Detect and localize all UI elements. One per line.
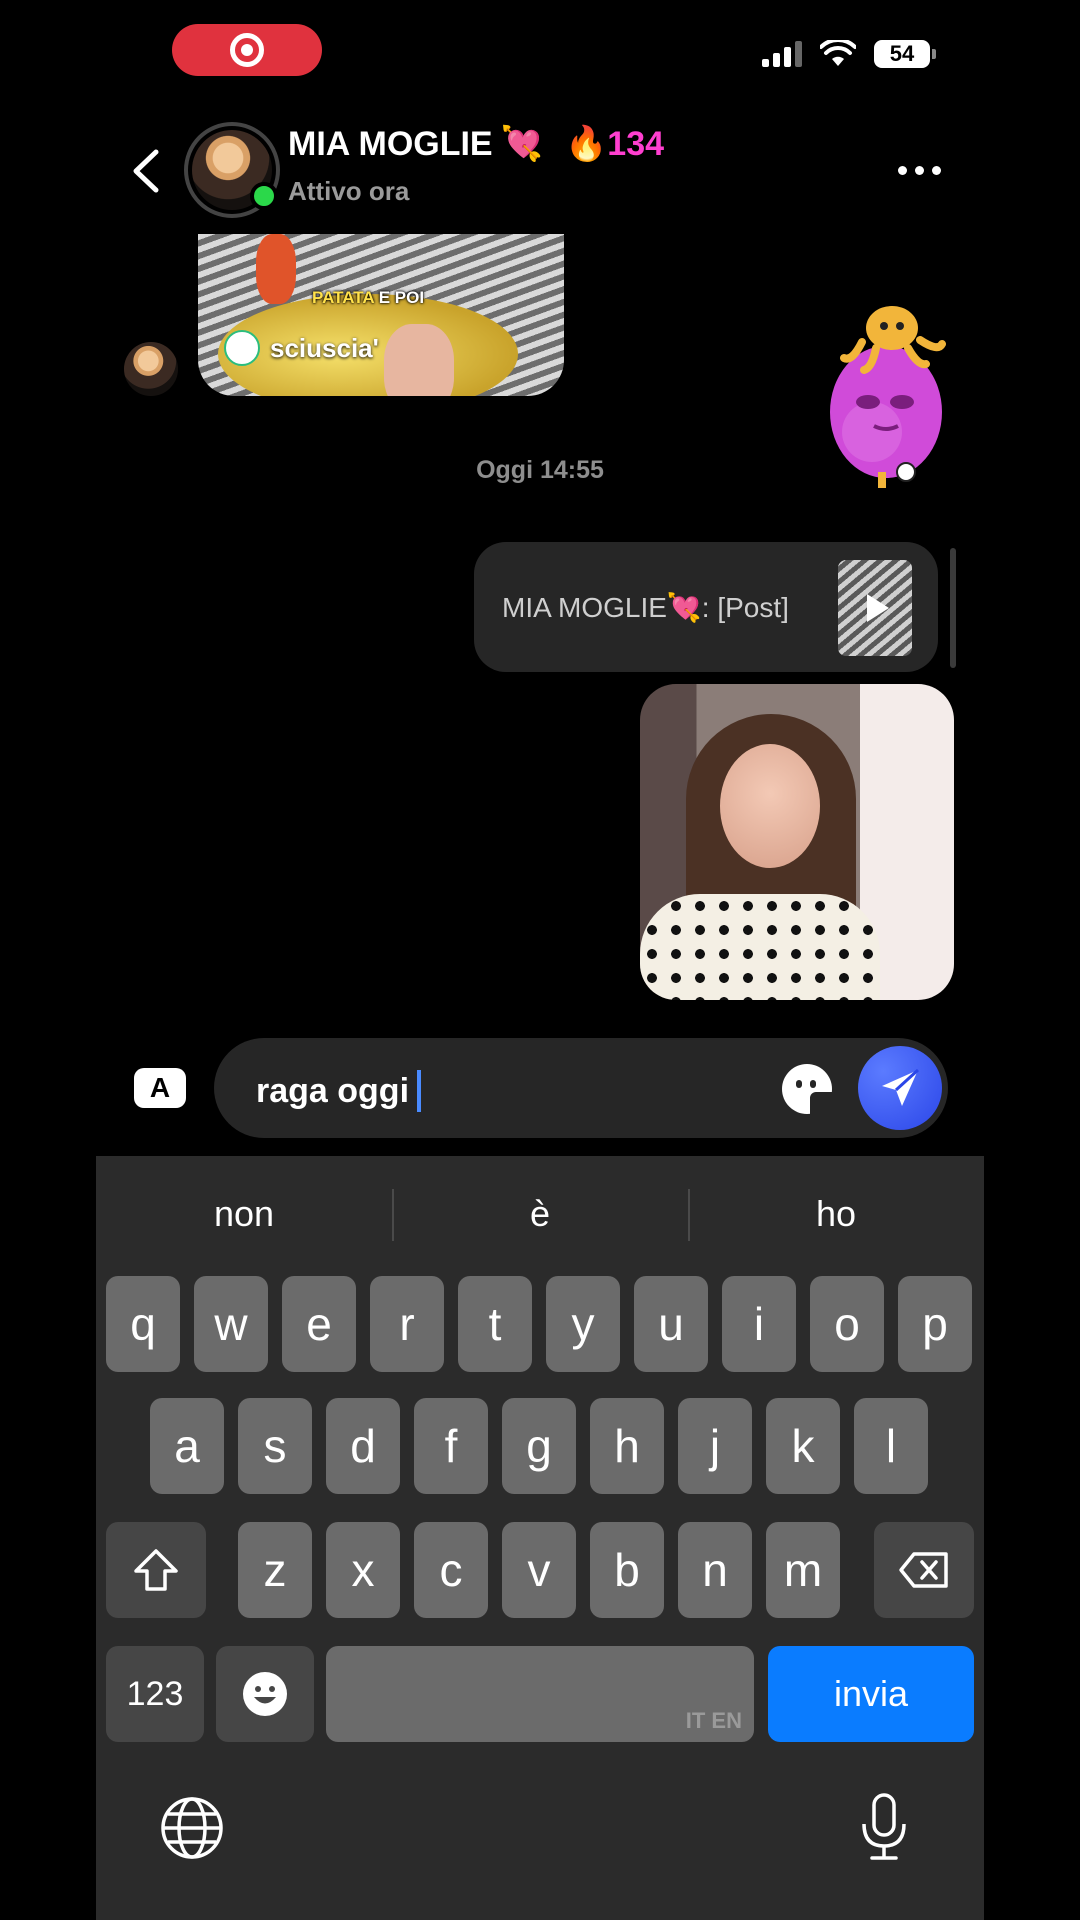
send-key[interactable]: invia bbox=[768, 1646, 974, 1742]
key-x[interactable]: x bbox=[326, 1522, 400, 1618]
message-timestamp: Oggi 14:55 bbox=[476, 456, 604, 484]
paper-plane-icon bbox=[882, 1068, 920, 1106]
message-input[interactable]: raga oggi bbox=[256, 1070, 422, 1112]
key-a[interactable]: a bbox=[150, 1398, 224, 1494]
photo-message[interactable] bbox=[640, 684, 954, 1000]
reply-text: MIA MOGLIE💘: [Post] bbox=[502, 591, 789, 623]
send-button[interactable] bbox=[858, 1046, 942, 1130]
video-caption-white: E POI bbox=[378, 288, 425, 307]
space-bar[interactable]: IT EN bbox=[326, 1646, 754, 1742]
contact-name-row[interactable]: MIA MOGLIE 💘 🔥134 bbox=[288, 124, 664, 164]
key-d[interactable]: d bbox=[326, 1398, 400, 1494]
photo-subject-shirt bbox=[640, 894, 880, 1000]
emoji-icon bbox=[243, 1672, 287, 1716]
key-o[interactable]: o bbox=[810, 1276, 884, 1372]
cellular-signal-icon bbox=[762, 41, 802, 67]
contact-status: Attivo ora bbox=[288, 176, 410, 206]
message-input-text: raga oggi bbox=[256, 1071, 410, 1110]
screen-recording-indicator[interactable] bbox=[172, 24, 322, 76]
key-y[interactable]: y bbox=[546, 1276, 620, 1372]
key-h[interactable]: h bbox=[590, 1398, 664, 1494]
key-s[interactable]: s bbox=[238, 1398, 312, 1494]
suggestion-1[interactable]: non bbox=[96, 1193, 392, 1235]
delete-key[interactable] bbox=[874, 1522, 974, 1618]
play-icon bbox=[867, 594, 889, 622]
text-cursor bbox=[417, 1070, 422, 1112]
status-icons: 54 bbox=[762, 40, 936, 68]
key-z[interactable]: z bbox=[238, 1522, 312, 1618]
numbers-key[interactable]: 123 bbox=[106, 1646, 204, 1742]
key-i[interactable]: i bbox=[722, 1276, 796, 1372]
post-reply-bubble[interactable]: MIA MOGLIE💘: [Post] bbox=[474, 542, 938, 672]
key-e[interactable]: e bbox=[282, 1276, 356, 1372]
author-username: sciuscia' bbox=[270, 332, 379, 363]
video-caption-yellow: PATATA bbox=[312, 288, 374, 307]
online-status-dot bbox=[250, 182, 278, 210]
microphone-icon[interactable] bbox=[858, 1792, 910, 1862]
key-m[interactable]: m bbox=[766, 1522, 840, 1618]
video-frame-detail bbox=[256, 234, 296, 304]
key-w[interactable]: w bbox=[194, 1276, 268, 1372]
post-thumbnail[interactable] bbox=[838, 560, 912, 656]
message-composer[interactable]: raga oggi bbox=[214, 1038, 948, 1138]
key-v[interactable]: v bbox=[502, 1522, 576, 1618]
suggestion-3[interactable]: ho bbox=[688, 1189, 984, 1241]
shift-icon bbox=[134, 1549, 178, 1591]
key-f[interactable]: f bbox=[414, 1398, 488, 1494]
heart-emoji: 💘 bbox=[500, 125, 543, 163]
key-c[interactable]: c bbox=[414, 1522, 488, 1618]
key-q[interactable]: q bbox=[106, 1276, 180, 1372]
globe-icon[interactable] bbox=[160, 1796, 224, 1860]
shared-video-message[interactable]: PATATA E POI sciuscia' bbox=[198, 234, 564, 396]
suggestion-2[interactable]: è bbox=[392, 1189, 688, 1241]
wifi-icon bbox=[820, 40, 856, 66]
font-style-button[interactable]: A bbox=[134, 1068, 186, 1108]
shift-key[interactable] bbox=[106, 1522, 206, 1618]
streak-count: 🔥134 bbox=[564, 125, 665, 163]
video-author: sciuscia' bbox=[224, 330, 379, 366]
space-language-label: IT EN bbox=[685, 1708, 742, 1733]
contact-avatar[interactable] bbox=[184, 122, 280, 218]
emoji-key[interactable] bbox=[216, 1646, 314, 1742]
backspace-icon bbox=[899, 1552, 948, 1588]
video-caption: PATATA E POI bbox=[312, 288, 424, 308]
contact-name: MIA MOGLIE bbox=[288, 124, 493, 163]
key-p[interactable]: p bbox=[898, 1276, 972, 1372]
key-j[interactable]: j bbox=[678, 1398, 752, 1494]
key-t[interactable]: t bbox=[458, 1276, 532, 1372]
sticker-icon[interactable] bbox=[782, 1064, 834, 1116]
key-n[interactable]: n bbox=[678, 1522, 752, 1618]
battery-indicator: 54 bbox=[874, 40, 936, 68]
suggestion-bar: non è ho bbox=[96, 1156, 984, 1272]
more-options-icon[interactable] bbox=[898, 166, 941, 175]
video-frame-hand bbox=[384, 324, 454, 396]
author-avatar bbox=[224, 330, 260, 366]
photo-subject-face bbox=[720, 744, 820, 868]
sender-avatar[interactable] bbox=[124, 342, 178, 396]
record-icon bbox=[230, 33, 264, 67]
reply-indicator-bar bbox=[950, 548, 956, 668]
key-k[interactable]: k bbox=[766, 1398, 840, 1494]
back-chevron-icon[interactable] bbox=[128, 148, 164, 194]
key-l[interactable]: l bbox=[854, 1398, 928, 1494]
key-g[interactable]: g bbox=[502, 1398, 576, 1494]
key-b[interactable]: b bbox=[590, 1522, 664, 1618]
keyboard: non è ho q w e r t y u i o p a s d f g h… bbox=[96, 1156, 984, 1920]
key-u[interactable]: u bbox=[634, 1276, 708, 1372]
key-r[interactable]: r bbox=[370, 1276, 444, 1372]
